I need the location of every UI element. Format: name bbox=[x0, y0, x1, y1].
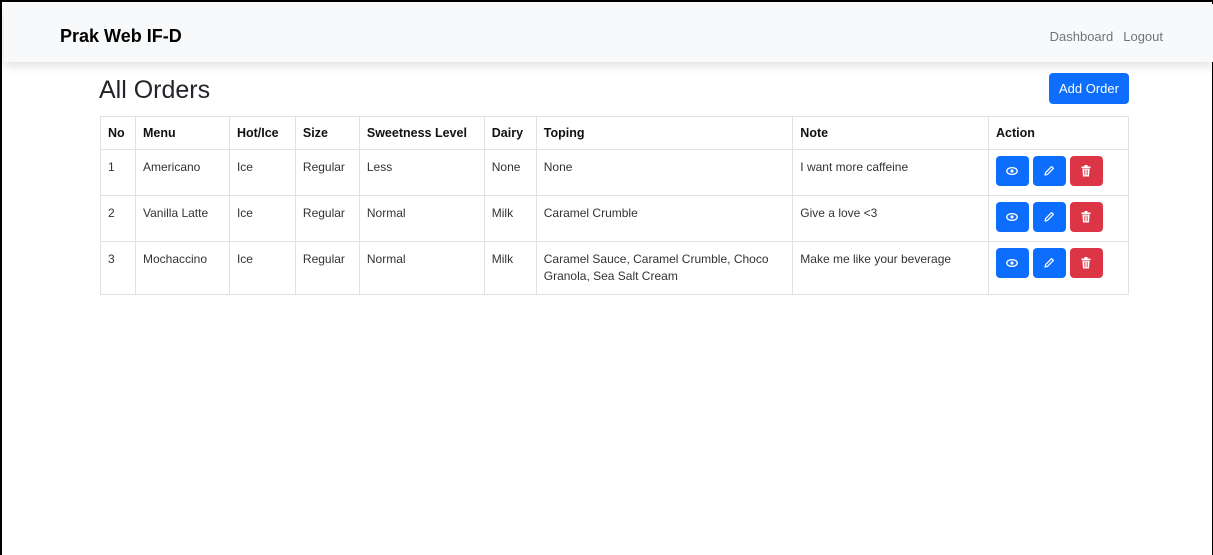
cell-toping: None bbox=[535, 149, 794, 196]
app-frame: Prak Web IF-D Dashboard Logout All Order… bbox=[0, 0, 1213, 555]
action-group bbox=[995, 156, 1121, 186]
cell-sweetness: Less bbox=[358, 149, 485, 196]
header-menu: Menu bbox=[134, 116, 230, 150]
cell-size: Regular bbox=[294, 149, 360, 196]
cell-sweetness: Normal bbox=[358, 195, 485, 242]
eye-icon bbox=[1006, 212, 1019, 222]
add-order-button[interactable]: Add Order bbox=[1049, 73, 1129, 104]
edit-button[interactable] bbox=[1032, 156, 1066, 186]
eye-icon bbox=[1006, 258, 1019, 268]
eye-icon bbox=[1006, 166, 1019, 176]
cell-dairy: Milk bbox=[483, 241, 537, 295]
view-button[interactable] bbox=[995, 202, 1029, 232]
cell-toping: Caramel Sauce, Caramel Crumble, Choco Gr… bbox=[535, 241, 794, 295]
header-size: Size bbox=[294, 116, 360, 150]
nav-links: Dashboard Logout bbox=[1050, 29, 1163, 44]
cell-menu: Mochaccino bbox=[134, 241, 230, 295]
header-dairy: Dairy bbox=[483, 116, 537, 150]
cell-menu: Vanilla Latte bbox=[134, 195, 230, 242]
cell-note: Make me like your beverage bbox=[792, 241, 989, 295]
cell-note: Give a love <3 bbox=[792, 195, 989, 242]
cell-dairy: Milk bbox=[483, 195, 537, 242]
pencil-icon bbox=[1044, 212, 1055, 222]
orders-table: No Menu Hot/Ice Size Sweetness Level Dai… bbox=[100, 116, 1130, 295]
pencil-icon bbox=[1044, 258, 1055, 268]
delete-button[interactable] bbox=[1069, 156, 1103, 186]
cell-sweetness: Normal bbox=[358, 241, 485, 295]
trash-icon bbox=[1081, 211, 1091, 223]
cell-note: I want more caffeine bbox=[792, 149, 989, 196]
page-title: All Orders bbox=[99, 76, 211, 104]
cell-menu: Americano bbox=[134, 149, 230, 196]
cell-no: 3 bbox=[100, 241, 136, 295]
table-row: 1 Americano Ice Regular Less None None I… bbox=[100, 149, 1130, 196]
table-row: 3 Mochaccino Ice Regular Normal Milk Car… bbox=[100, 241, 1130, 295]
cell-hot-ice: Ice bbox=[228, 195, 296, 242]
cell-actions bbox=[987, 195, 1130, 242]
table-row: 2 Vanilla Latte Ice Regular Normal Milk … bbox=[100, 195, 1130, 242]
cell-toping: Caramel Crumble bbox=[535, 195, 794, 242]
cell-no: 1 bbox=[100, 149, 136, 196]
delete-button[interactable] bbox=[1069, 202, 1103, 232]
cell-no: 2 bbox=[100, 195, 136, 242]
cell-dairy: None bbox=[483, 149, 537, 196]
navbar-brand[interactable]: Prak Web IF-D bbox=[60, 26, 182, 47]
cell-size: Regular bbox=[294, 195, 360, 242]
cell-hot-ice: Ice bbox=[228, 241, 296, 295]
header-hot-ice: Hot/Ice bbox=[228, 116, 296, 150]
nav-link-dashboard[interactable]: Dashboard bbox=[1050, 29, 1114, 44]
action-group bbox=[995, 202, 1121, 232]
edit-button[interactable] bbox=[1032, 202, 1066, 232]
navbar: Prak Web IF-D Dashboard Logout bbox=[4, 4, 1213, 62]
delete-button[interactable] bbox=[1069, 248, 1103, 278]
trash-icon bbox=[1081, 257, 1091, 269]
cell-hot-ice: Ice bbox=[228, 149, 296, 196]
header-action: Action bbox=[987, 116, 1130, 150]
cell-actions bbox=[987, 149, 1130, 196]
cell-size: Regular bbox=[294, 241, 360, 295]
header-sweetness: Sweetness Level bbox=[358, 116, 485, 150]
edit-button[interactable] bbox=[1032, 248, 1066, 278]
view-button[interactable] bbox=[995, 248, 1029, 278]
trash-icon bbox=[1081, 165, 1091, 177]
nav-link-logout[interactable]: Logout bbox=[1123, 29, 1163, 44]
view-button[interactable] bbox=[995, 156, 1029, 186]
pencil-icon bbox=[1044, 166, 1055, 176]
cell-actions bbox=[987, 241, 1130, 295]
table-header-row: No Menu Hot/Ice Size Sweetness Level Dai… bbox=[100, 116, 1130, 150]
header-toping: Toping bbox=[535, 116, 794, 150]
action-group bbox=[995, 248, 1121, 278]
header-no: No bbox=[100, 116, 136, 150]
header-note: Note bbox=[792, 116, 989, 150]
